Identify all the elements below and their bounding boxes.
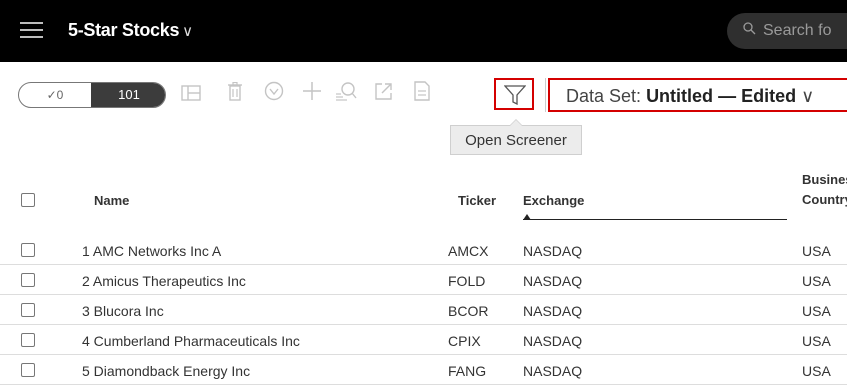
row-exchange: NASDAQ (523, 243, 583, 259)
filter-icon (504, 85, 526, 105)
column-name[interactable]: Name (94, 193, 129, 208)
table-row[interactable]: 2 Amicus Therapeutics Inc FOLD NASDAQ US… (0, 266, 847, 295)
row-ticker: FOLD (448, 273, 486, 289)
row-ticker: AMCX (448, 243, 489, 259)
row-country: USA (802, 243, 831, 259)
plus-icon[interactable] (299, 81, 325, 109)
dataset-separator: — (718, 86, 737, 106)
row-country: USA (802, 273, 831, 289)
selected-count[interactable]: ✓0 (19, 83, 91, 107)
tooltip: Open Screener (450, 119, 582, 155)
table-header: Name Ticker Exchange Busines Country (0, 165, 847, 233)
app-header: 5-Star Stocks ∨ Search fo (0, 0, 847, 62)
open-screener-button[interactable] (494, 78, 534, 110)
row-country: USA (802, 363, 831, 379)
row-ticker: FANG (448, 363, 487, 379)
row-exchange: NASDAQ (523, 273, 583, 289)
chevron-down-icon: ∨ (182, 23, 193, 40)
row-ticker: BCOR (448, 303, 489, 319)
page-title-text: 5-Star Stocks (68, 20, 180, 40)
table-row[interactable]: 5 Diamondback Energy Inc FANG NASDAQ USA (0, 356, 847, 385)
search-input[interactable]: Search fo (727, 13, 847, 49)
row-name[interactable]: 3 Blucora Inc (82, 303, 164, 319)
row-country: USA (802, 333, 831, 349)
row-name[interactable]: 4 Cumberland Pharmaceuticals Inc (82, 333, 300, 349)
column-business-country-line2[interactable]: Country (802, 192, 847, 207)
column-ticker[interactable]: Ticker (458, 193, 496, 208)
dataset-label: Data Set: (566, 86, 642, 106)
row-exchange: NASDAQ (523, 333, 583, 349)
toolbar: ✓0 101 Data Set: Untitled — Edited ∨ (0, 62, 847, 128)
check-circle-icon[interactable] (261, 81, 287, 109)
dataset-status: Edited (741, 86, 797, 106)
toolbar-divider (545, 78, 546, 112)
row-name[interactable]: 5 Diamondback Energy Inc (82, 363, 250, 379)
row-checkbox[interactable] (21, 363, 35, 377)
row-name[interactable]: 1 AMC Networks Inc A (82, 243, 221, 259)
trash-icon[interactable] (222, 81, 248, 109)
table-row[interactable]: 3 Blucora Inc BCOR NASDAQ USA (0, 296, 847, 325)
columns-icon[interactable] (178, 81, 204, 109)
hamburger-menu-icon[interactable] (20, 22, 43, 40)
search-placeholder: Search fo (763, 22, 832, 39)
column-exchange[interactable]: Exchange (523, 193, 584, 208)
row-country: USA (802, 303, 831, 319)
search-icon (743, 13, 757, 49)
table-row[interactable]: 1 AMC Networks Inc A AMCX NASDAQ USA (0, 236, 847, 265)
search-list-icon[interactable] (333, 81, 359, 109)
dataset-name: Untitled (646, 86, 714, 106)
sort-indicator (523, 219, 787, 220)
table-row[interactable]: 4 Cumberland Pharmaceuticals Inc CPIX NA… (0, 326, 847, 355)
dataset-selector[interactable]: Data Set: Untitled — Edited ∨ (566, 86, 814, 107)
row-name[interactable]: 2 Amicus Therapeutics Inc (82, 273, 246, 289)
selection-toggle[interactable]: ✓0 101 (18, 82, 166, 108)
select-all-checkbox[interactable] (21, 193, 35, 207)
row-checkbox[interactable] (21, 303, 35, 317)
row-exchange: NASDAQ (523, 363, 583, 379)
row-checkbox[interactable] (21, 273, 35, 287)
row-exchange: NASDAQ (523, 303, 583, 319)
row-checkbox[interactable] (21, 243, 35, 257)
column-business-country-line1[interactable]: Busines (802, 172, 847, 187)
document-icon[interactable] (409, 81, 435, 109)
export-icon[interactable] (370, 81, 396, 109)
row-ticker: CPIX (448, 333, 481, 349)
page-title[interactable]: 5-Star Stocks ∨ (68, 20, 193, 41)
row-checkbox[interactable] (21, 333, 35, 347)
chevron-down-icon: ∨ (801, 86, 815, 106)
total-count[interactable]: 101 (91, 83, 165, 107)
